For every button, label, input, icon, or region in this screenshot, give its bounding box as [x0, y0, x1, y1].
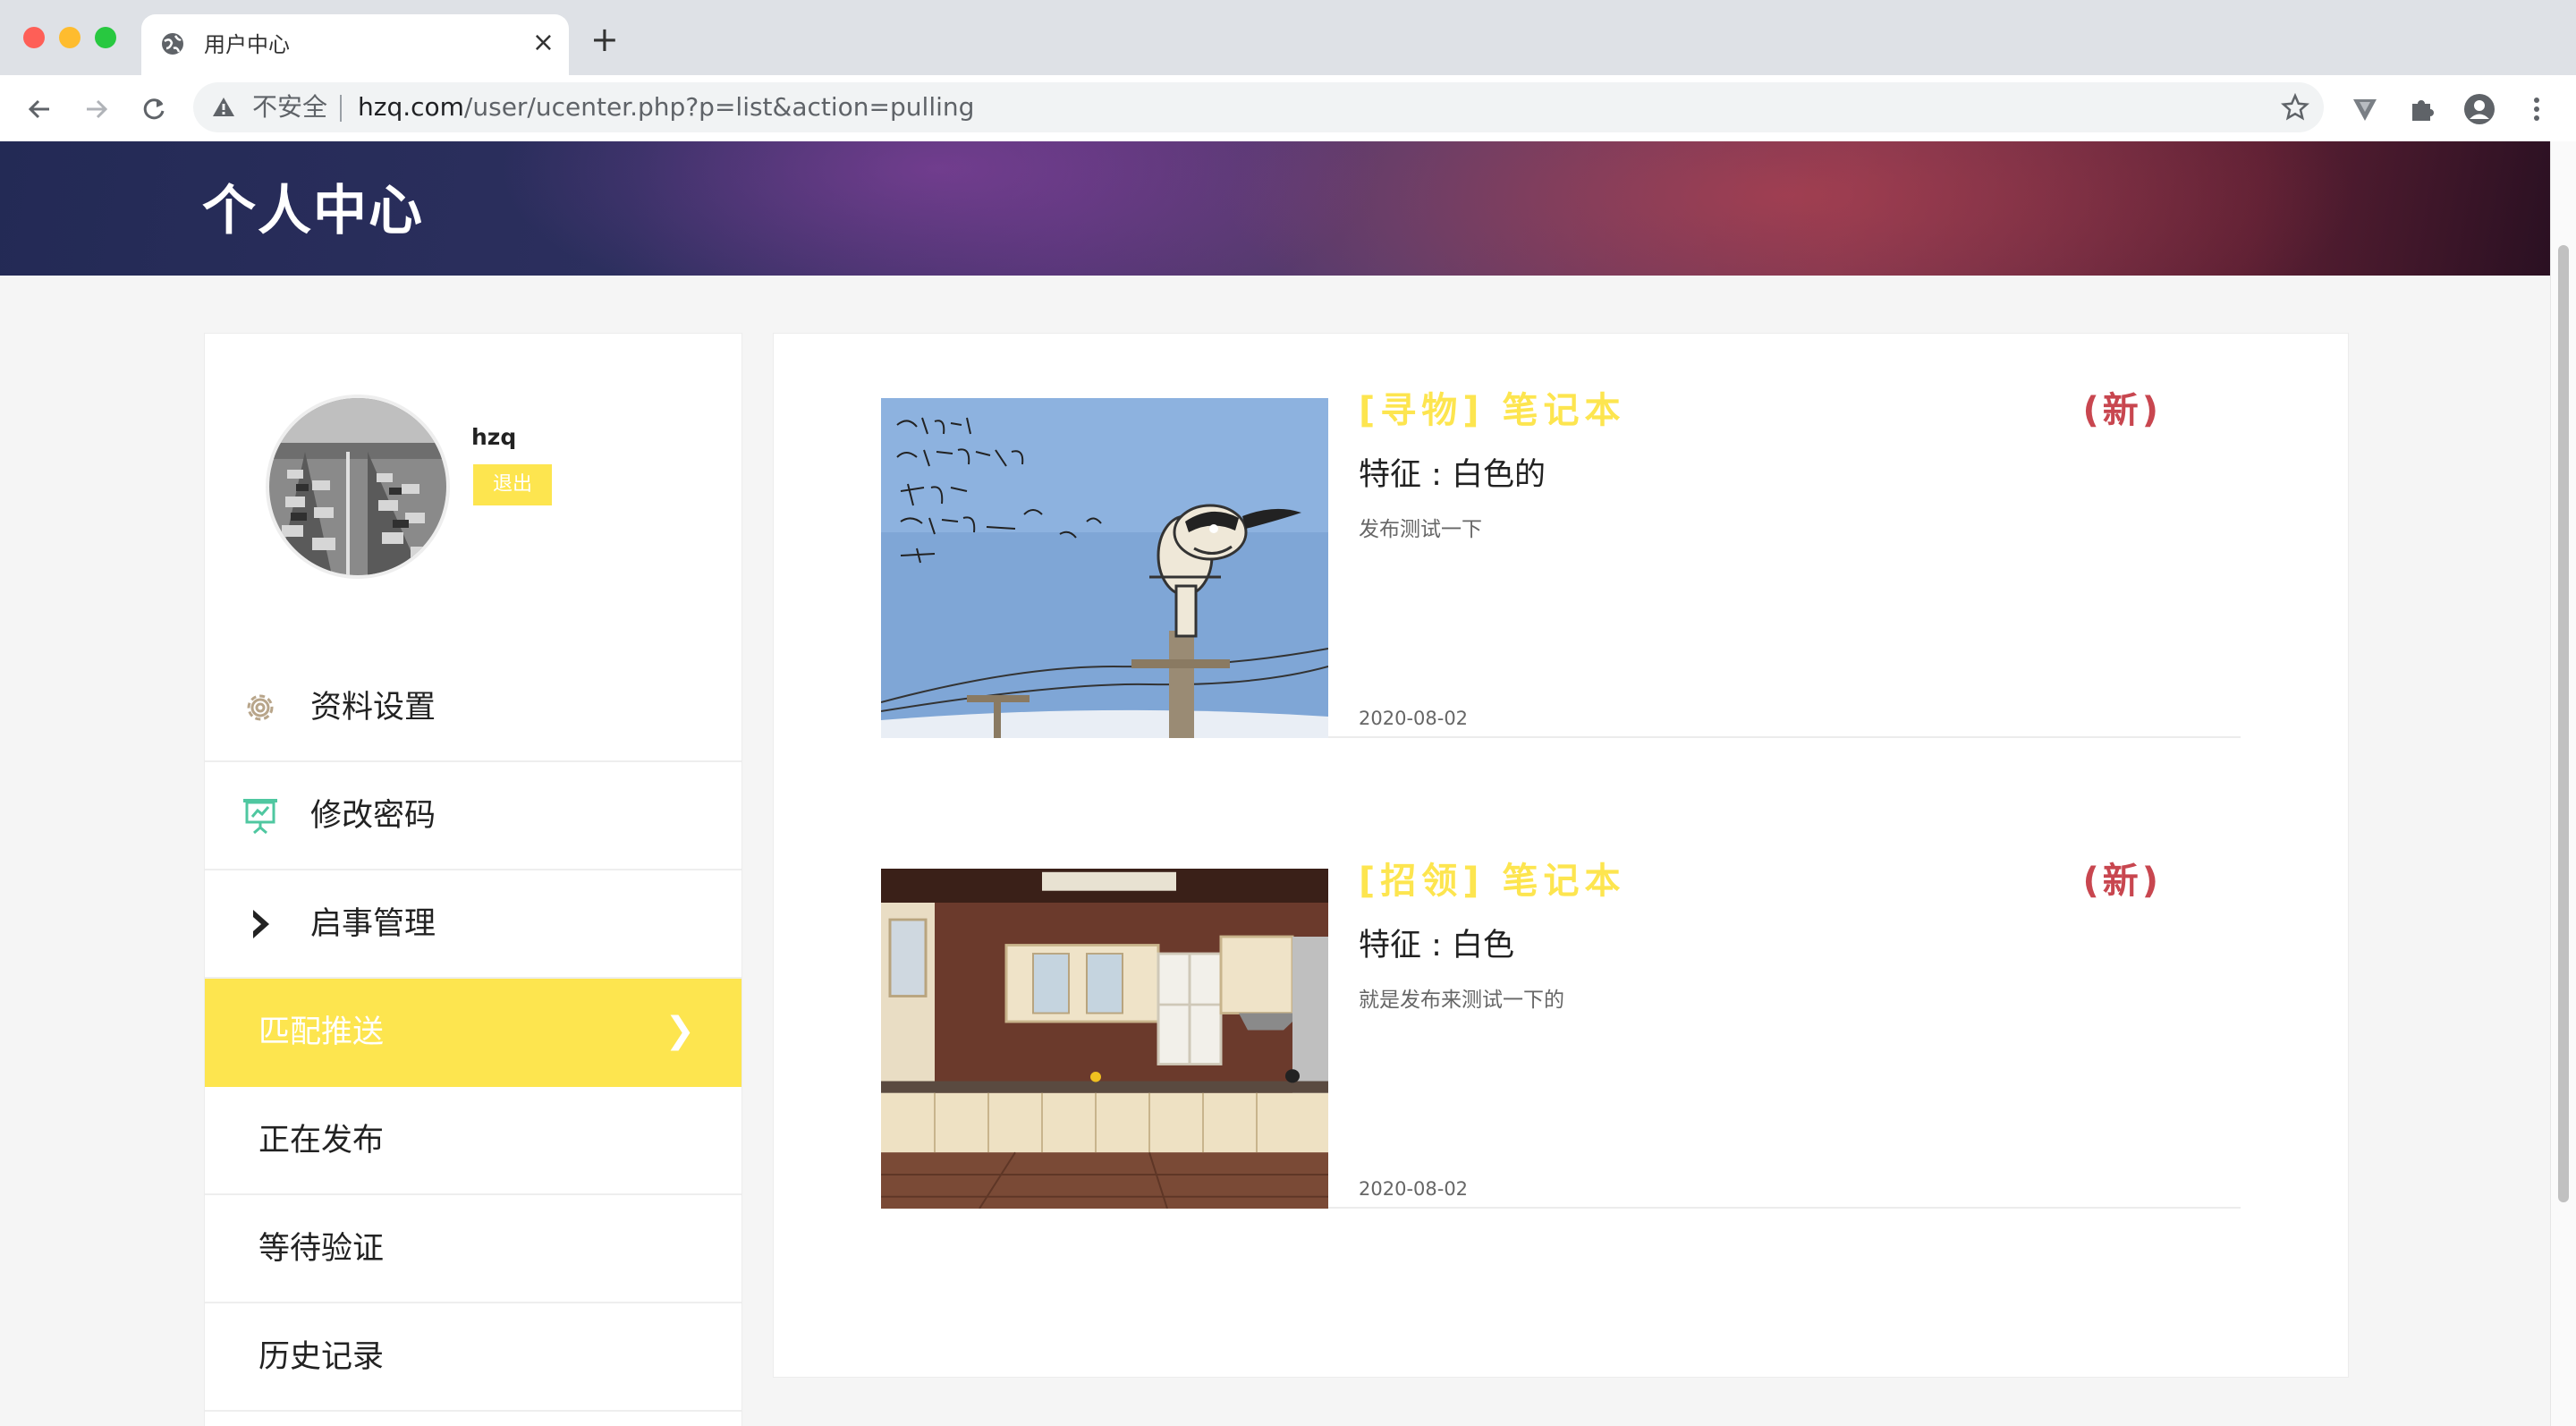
page-title: 个人中心: [202, 180, 424, 242]
new-tab-button[interactable]: +: [590, 22, 619, 56]
sidebar-item-label: 历史记录: [258, 1339, 385, 1375]
reload-icon: [143, 98, 165, 120]
listing-image-kitchen[interactable]: [881, 869, 1328, 1209]
logout-button[interactable]: 退出: [473, 464, 552, 505]
chevron-right-icon: [239, 903, 282, 946]
sidebar-item-history[interactable]: 历史记录: [205, 1303, 741, 1412]
url-text[interactable]: hzq.com/user/ucenter.php?p=list&action=p…: [358, 93, 974, 122]
globe-icon: [159, 30, 186, 61]
sidebar-item-match-push[interactable]: 匹配推送 ❯: [205, 979, 741, 1087]
listing-card[interactable]: [招领] 笔记本 (新) 特征 : 白色 就是发布来测试一下的 2020-08-…: [881, 804, 2241, 1209]
divider: [340, 95, 342, 122]
window-minimize-button[interactable]: [59, 27, 80, 48]
security-label[interactable]: 不安全: [252, 93, 327, 122]
window-close-button[interactable]: [23, 27, 45, 48]
browser-tab-active[interactable]: 用户中心 ×: [141, 14, 569, 75]
scrollbar-thumb[interactable]: [2558, 245, 2569, 1202]
listing-title[interactable]: [寻物] 笔记本: [1359, 389, 1626, 432]
reload-button[interactable]: [136, 91, 172, 127]
sidebar-item-pending-verification[interactable]: 等待验证: [205, 1195, 741, 1303]
browser-tabstrip: 用户中心 × +: [0, 0, 2576, 75]
sidebar-item-label: 修改密码: [310, 798, 436, 834]
sidebar-item-label: 资料设置: [310, 690, 436, 726]
browser-toolbar: 不安全 hzq.com/user/ucenter.php?p=list&acti…: [0, 75, 2576, 142]
bookmark-star-icon[interactable]: [2280, 92, 2310, 125]
listing-description: 发布测试一下: [1359, 518, 1482, 541]
profile-avatar-icon[interactable]: [2463, 93, 2496, 125]
extension-v-icon[interactable]: [2349, 93, 2381, 125]
back-button[interactable]: [21, 91, 57, 127]
user-sidebar: hzq 退出 资料设置 修改密码 启事管理 匹配推送 ❯ 正在发布 等待验证 历…: [204, 333, 742, 1426]
listing-title[interactable]: [招领] 笔记本: [1359, 860, 1626, 903]
sidebar-item-change-password[interactable]: 修改密码: [205, 762, 741, 870]
browser-menu-icon[interactable]: [2521, 93, 2553, 125]
listing-card[interactable]: [寻物] 笔记本 (新) 特征 : 白色的 发布测试一下 2020-08-02: [881, 334, 2241, 738]
sidebar-item-label: 等待验证: [258, 1231, 385, 1267]
avatar[interactable]: [266, 395, 450, 579]
arrow-left-icon: [28, 99, 49, 119]
new-badge: (新): [2082, 861, 2162, 902]
listing-description: 就是发布来测试一下的: [1359, 989, 1564, 1012]
tab-title: 用户中心: [204, 32, 290, 57]
presentation-icon: [239, 794, 282, 837]
sidebar-item-label: 正在发布: [258, 1123, 385, 1159]
page-scrollbar[interactable]: [2550, 141, 2576, 1426]
sidebar-item-label: 匹配推送: [258, 1014, 385, 1050]
header-banner: 个人中心: [0, 141, 2551, 276]
listing-date: 2020-08-02: [1359, 1178, 1469, 1200]
warning-icon[interactable]: [211, 95, 236, 123]
window-zoom-button[interactable]: [95, 27, 116, 48]
gear-icon: [239, 686, 282, 729]
arrow-right-icon: [87, 99, 108, 119]
sidebar-item-publishing[interactable]: 正在发布: [205, 1087, 741, 1195]
url-path: /user/ucenter.php?p=list&action=pulling: [463, 92, 975, 122]
url-host: hzq.com: [358, 92, 464, 122]
sidebar-item-profile-settings[interactable]: 资料设置: [205, 654, 741, 762]
new-badge: (新): [2082, 390, 2162, 431]
listing-feature: 特征 : 白色: [1359, 928, 1515, 963]
page-viewport: 个人中心 hzq 退出 资料设置 修改密码 启事管理 匹配推送 ❯ 正在发布 等…: [0, 141, 2551, 1426]
forward-button[interactable]: [79, 91, 114, 127]
extensions-puzzle-icon[interactable]: [2406, 93, 2438, 125]
tab-close-button[interactable]: ×: [532, 27, 555, 59]
address-bar[interactable]: 不安全 hzq.com/user/ucenter.php?p=list&acti…: [193, 82, 2324, 132]
username: hzq: [471, 424, 517, 450]
match-list-panel: [寻物] 笔记本 (新) 特征 : 白色的 发布测试一下 2020-08-02: [773, 333, 2349, 1378]
sidebar-item-label: 启事管理: [310, 906, 436, 942]
sidebar-item-notice-management[interactable]: 启事管理: [205, 870, 741, 979]
chevron-right-icon: ❯: [665, 1010, 695, 1051]
listing-feature: 特征 : 白色的: [1359, 457, 1546, 493]
listing-image-cartoon[interactable]: [881, 398, 1328, 738]
listing-date: 2020-08-02: [1359, 708, 1469, 729]
sidebar-menu: 资料设置 修改密码 启事管理 匹配推送 ❯ 正在发布 等待验证 历史记录: [205, 654, 741, 1412]
